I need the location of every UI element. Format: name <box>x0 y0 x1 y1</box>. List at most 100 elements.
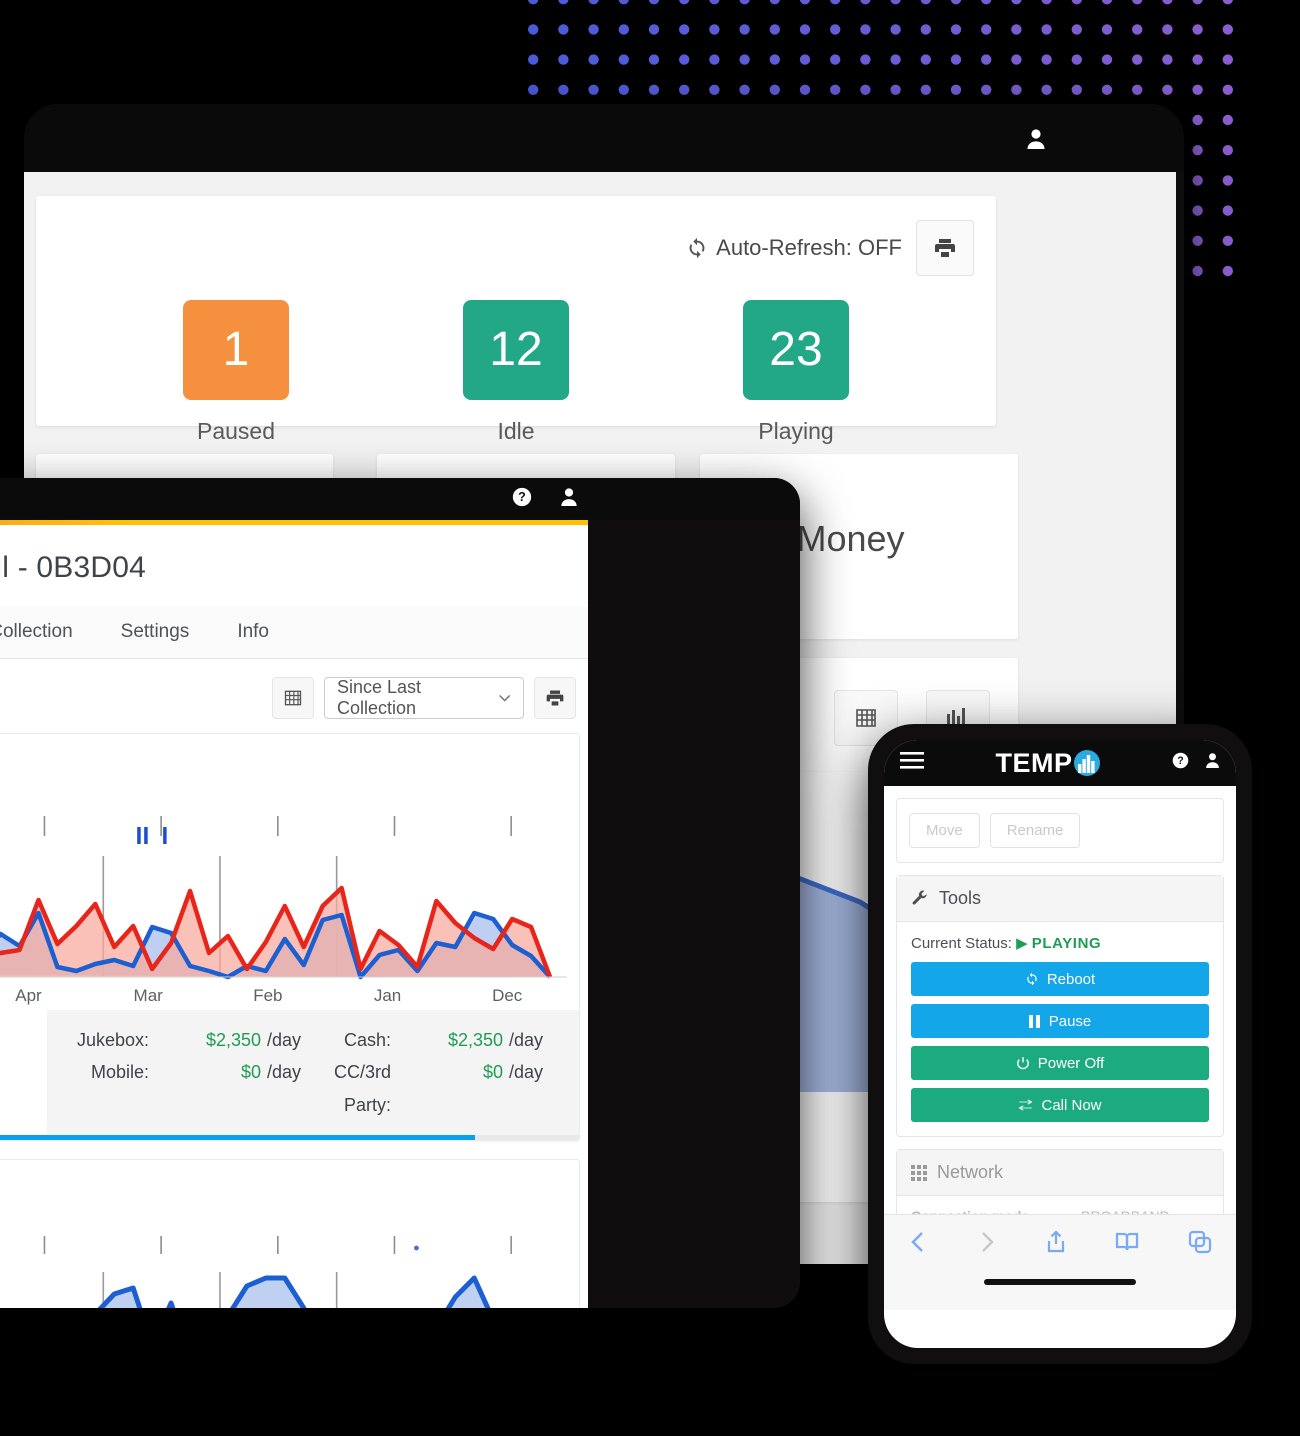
breakdown-row: Mobile: $0 /day <box>71 1056 313 1088</box>
tab-collection[interactable]: Collection <box>0 607 97 658</box>
print-button[interactable] <box>916 220 974 276</box>
network-heading: Network <box>937 1162 1004 1182</box>
revenue-x-axis: May Apr Mar Feb Jan Dec <box>0 986 567 1006</box>
breakdown-key: Mobile: <box>90 1062 149 1083</box>
revenue-breakdown-col-right: Cash: $2,350 /day CC/3rd Party: $0 /day <box>313 1024 555 1121</box>
network-section-header: Network <box>897 1150 1223 1196</box>
tools-heading: Tools <box>939 888 982 908</box>
tabs-icon[interactable] <box>1188 1230 1212 1259</box>
tablet-bezel-top <box>24 104 1184 172</box>
share-icon[interactable] <box>1045 1229 1067 1259</box>
revenue-stat: $19 /day <box>0 1039 47 1068</box>
printer-icon <box>935 239 955 257</box>
help-icon[interactable]: ? <box>1172 752 1189 774</box>
phone-content: Move Rename Tools Current Status: ▶ PLAY… <box>884 798 1236 1310</box>
move-button[interactable]: Move <box>909 813 980 848</box>
tempo-logo[interactable]: TEMP <box>995 748 1100 779</box>
breakdown-value: $2,350 <box>447 1030 503 1050</box>
breakdown-unit: /day <box>267 1030 302 1050</box>
plays-chart: May Apr Mar Feb Jan Dec <box>0 1220 567 1308</box>
wrench-icon <box>912 890 927 905</box>
status-counters: Off 1 Paused 12 Idle 23 Playing <box>36 300 996 445</box>
logo-wordmark: TEMP <box>995 747 1073 778</box>
card-toolbar: Auto-Refresh: OFF <box>686 220 974 276</box>
table-icon <box>284 690 302 706</box>
table-view-button[interactable] <box>272 677 314 719</box>
revenue-breakdown: Jukebox: $2,350 /day Mobile: $0 /day Cas… <box>47 1010 579 1136</box>
svg-text:?: ? <box>1177 755 1183 767</box>
actions-button-row: Move Rename <box>897 799 1223 862</box>
axis-tick: Apr <box>15 986 42 1005</box>
refresh-icon <box>1027 972 1037 986</box>
breakdown-value: $0 <box>482 1062 503 1083</box>
breakdown-row: Jukebox: $2,350 /day <box>71 1024 313 1056</box>
power-off-button[interactable]: Power Off <box>911 1046 1209 1080</box>
actions-card: Move Rename <box>896 798 1224 863</box>
power-icon <box>1016 1057 1029 1070</box>
help-icon[interactable]: ? <box>512 487 532 512</box>
hamburger-icon[interactable] <box>900 751 924 775</box>
breakdown-key: CC/3rd Party: <box>333 1062 391 1115</box>
revenue-chart: May Apr Mar Feb Jan Dec <box>0 794 567 1006</box>
tablet-device-front: ? ts Bar & Grill - 0B3D04 Technical Coll… <box>0 478 800 1308</box>
revenue-stat: N/A <box>0 1010 47 1039</box>
chevron-left-icon[interactable] <box>908 1230 928 1259</box>
tab-info[interactable]: Info <box>213 607 293 658</box>
status-counter-value: 23 <box>743 300 849 400</box>
period-select[interactable]: Since Last Collection <box>324 677 524 719</box>
page-title: ts Bar & Grill - 0B3D04 <box>0 551 147 584</box>
status-counter-playing[interactable]: 23 Playing <box>656 300 936 445</box>
period-select-value: Since Last Collection <box>337 677 422 718</box>
location-detail-screen: ts Bar & Grill - 0B3D04 Technical Collec… <box>0 520 588 1308</box>
refresh-icon <box>689 237 705 259</box>
chevron-right-icon <box>977 1230 997 1259</box>
tools-card: Tools Current Status: ▶ PLAYING Reboot P… <box>896 875 1224 1137</box>
user-icon[interactable] <box>560 487 578 512</box>
call-now-button[interactable]: Call Now <box>911 1088 1209 1122</box>
tools-section-body: Current Status: ▶ PLAYING Reboot Pause P… <box>897 922 1223 1136</box>
collection-progress-bar <box>0 1135 579 1141</box>
axis-tick: Jan <box>373 986 402 1005</box>
power-off-label: Power Off <box>1037 1054 1105 1072</box>
pause-icon <box>1028 1014 1040 1028</box>
status-summary-card: Auto-Refresh: OFF Off 1 Paused <box>36 196 996 444</box>
printer-icon <box>546 690 564 706</box>
city-skyline-circle-icon <box>1073 750 1100 776</box>
reboot-button[interactable]: Reboot <box>911 962 1209 996</box>
status-counter-label: Idle <box>497 418 535 444</box>
print-button[interactable] <box>534 677 576 719</box>
browser-bottom-bar <box>884 1214 1236 1310</box>
window-titlebar: ? <box>0 478 800 520</box>
tab-bar: Technical Collection Settings Info <box>0 607 588 659</box>
status-counter-off[interactable]: Off <box>24 300 96 445</box>
revenue-footer: N/A $19 /day Jukebox: $2,350 /day Mobile… <box>0 1004 579 1136</box>
pause-button[interactable]: Pause <box>911 1004 1209 1038</box>
breakdown-value: $2,350 <box>205 1030 261 1050</box>
status-counter-paused[interactable]: 1 Paused <box>96 300 376 445</box>
user-icon[interactable] <box>1026 128 1046 150</box>
breakdown-unit: /day <box>509 1030 544 1050</box>
book-icon[interactable] <box>1115 1231 1139 1258</box>
pause-label: Pause <box>1048 1012 1092 1030</box>
breakdown-value: $0 <box>240 1062 261 1083</box>
breakdown-row: Cash: $2,350 /day <box>313 1024 555 1056</box>
breakdown-key: Cash: <box>343 1030 391 1050</box>
breakdown-key: Jukebox: <box>76 1030 149 1050</box>
revenue-area-chart <box>0 816 567 980</box>
tab-settings[interactable]: Settings <box>97 607 214 658</box>
revenue-breakdown-col-left: Jukebox: $2,350 /day Mobile: $0 /day <box>71 1024 313 1121</box>
user-icon[interactable] <box>1205 752 1220 774</box>
status-counter-label: Paused <box>196 418 275 444</box>
phone-screen: TEMP ? Move Rename Tools Current Status:… <box>884 740 1236 1348</box>
status-counter-idle[interactable]: 12 Idle <box>376 300 656 445</box>
svg-text:?: ? <box>518 490 526 504</box>
revenue-card: ue $2,350 <box>0 733 580 1142</box>
money-label: Money <box>796 518 905 559</box>
current-status-label: Current Status: <box>911 935 1012 952</box>
status-counter-value: 12 <box>463 300 569 400</box>
auto-refresh-toggle[interactable]: Auto-Refresh: OFF <box>686 235 902 261</box>
phone-device: TEMP ? Move Rename Tools Current Status:… <box>868 724 1252 1364</box>
auto-refresh-label: Auto-Refresh: OFF <box>716 235 902 260</box>
rename-button[interactable]: Rename <box>989 813 1081 848</box>
browser-tool-row <box>884 1215 1236 1273</box>
